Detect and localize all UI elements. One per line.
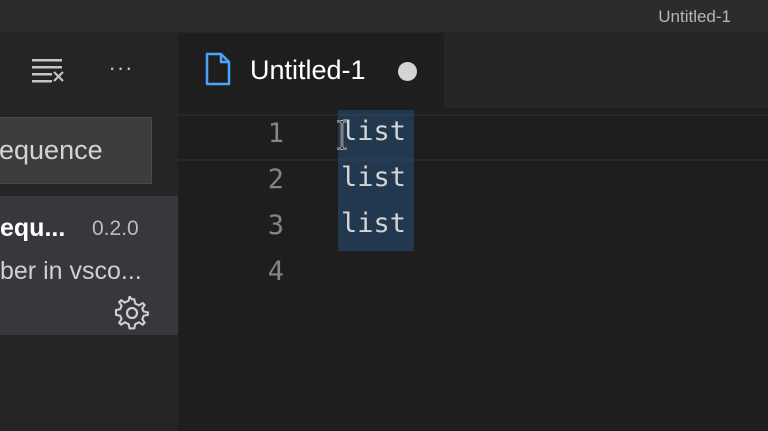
window-title: Untitled-1	[658, 7, 731, 26]
title-bar: Untitled-1	[0, 0, 768, 33]
extension-list-item[interactable]: equ... 0.2.0 ber in vsco...	[0, 196, 178, 335]
sidebar-actions: ···	[0, 33, 178, 108]
line-number: 3	[267, 210, 284, 241]
line-number: 1	[267, 118, 284, 149]
line-number: 2	[267, 164, 284, 195]
extension-name: equ...	[0, 214, 66, 242]
clear-all-icon[interactable]	[30, 57, 66, 83]
text-cursor-icon	[336, 119, 348, 151]
code-line[interactable]: list	[341, 116, 406, 147]
tab-label: Untitled-1	[250, 55, 366, 85]
file-icon	[204, 52, 232, 86]
line-number: 4	[267, 256, 284, 287]
more-actions-icon[interactable]: ···	[104, 53, 138, 83]
search-value: equence	[0, 135, 103, 165]
tab-untitled-1[interactable]: Untitled-1	[178, 33, 444, 108]
unsaved-dot-icon[interactable]	[398, 62, 417, 81]
extension-description: ber in vsco...	[0, 257, 142, 285]
editor-tab-bar: Untitled-1	[178, 33, 768, 108]
extension-version: 0.2.0	[92, 217, 139, 240]
code-line[interactable]: list	[341, 208, 406, 239]
extension-search-input[interactable]: equence	[0, 117, 152, 184]
code-line[interactable]: list	[341, 162, 406, 193]
extensions-sidebar: ··· equence equ... 0.2.0 ber in vsco...	[0, 33, 178, 431]
code-editor[interactable]: 1 2 3 4 list list list	[178, 108, 768, 431]
gear-icon[interactable]	[114, 294, 149, 330]
